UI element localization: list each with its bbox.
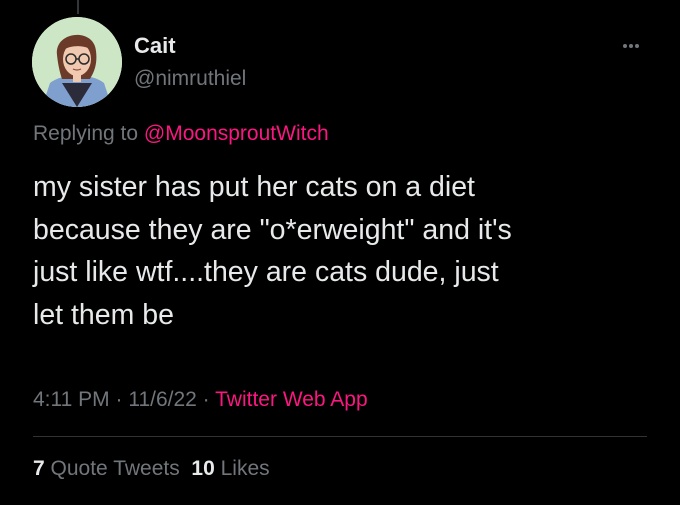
tweet-date[interactable]: 11/6/22 (128, 388, 197, 411)
display-name[interactable]: Cait (134, 33, 176, 59)
likes-stat[interactable]: 10 Likes (191, 457, 269, 480)
reply-mention-link[interactable]: @MoonsproutWitch (144, 122, 329, 145)
person-avatar-icon (32, 17, 122, 107)
avatar[interactable] (32, 17, 122, 107)
engagement-stats: 7 Quote Tweets 10 Likes (33, 456, 270, 482)
tweet-text-line: let them be (33, 298, 174, 331)
more-options-button[interactable] (616, 36, 646, 56)
meta-separator: · (109, 388, 129, 411)
likes-count: 10 (191, 457, 215, 480)
divider (33, 436, 647, 437)
replying-to: Replying to @MoonsproutWitch (33, 121, 329, 147)
tweet-text-line: just like wtf....they are cats dude, jus… (33, 256, 499, 288)
likes-label: Likes (220, 457, 270, 480)
thread-connector-line (77, 0, 79, 14)
user-handle[interactable]: @nimruthiel (134, 66, 246, 92)
tweet-text-line: because they are "o*erweight" and it's (33, 213, 512, 246)
tweet-source-link[interactable]: Twitter Web App (215, 388, 368, 411)
tweet-time[interactable]: 4:11 PM (33, 388, 110, 411)
tweet-text-line: my sister has put her cats on a diet (33, 171, 475, 203)
meta-separator: · (196, 388, 216, 411)
quote-tweets-label: Quote Tweets (50, 457, 180, 480)
tweet-metadata: 4:11 PM · 11/6/22 · Twitter Web App (33, 387, 368, 413)
quote-tweets-count: 7 (33, 457, 45, 480)
more-dots-icon (623, 44, 639, 48)
quote-tweets-stat[interactable]: 7 Quote Tweets (33, 457, 180, 480)
tweet-text: my sister has put her cats on a diet bec… (33, 166, 653, 336)
replying-to-label: Replying to (33, 122, 139, 145)
